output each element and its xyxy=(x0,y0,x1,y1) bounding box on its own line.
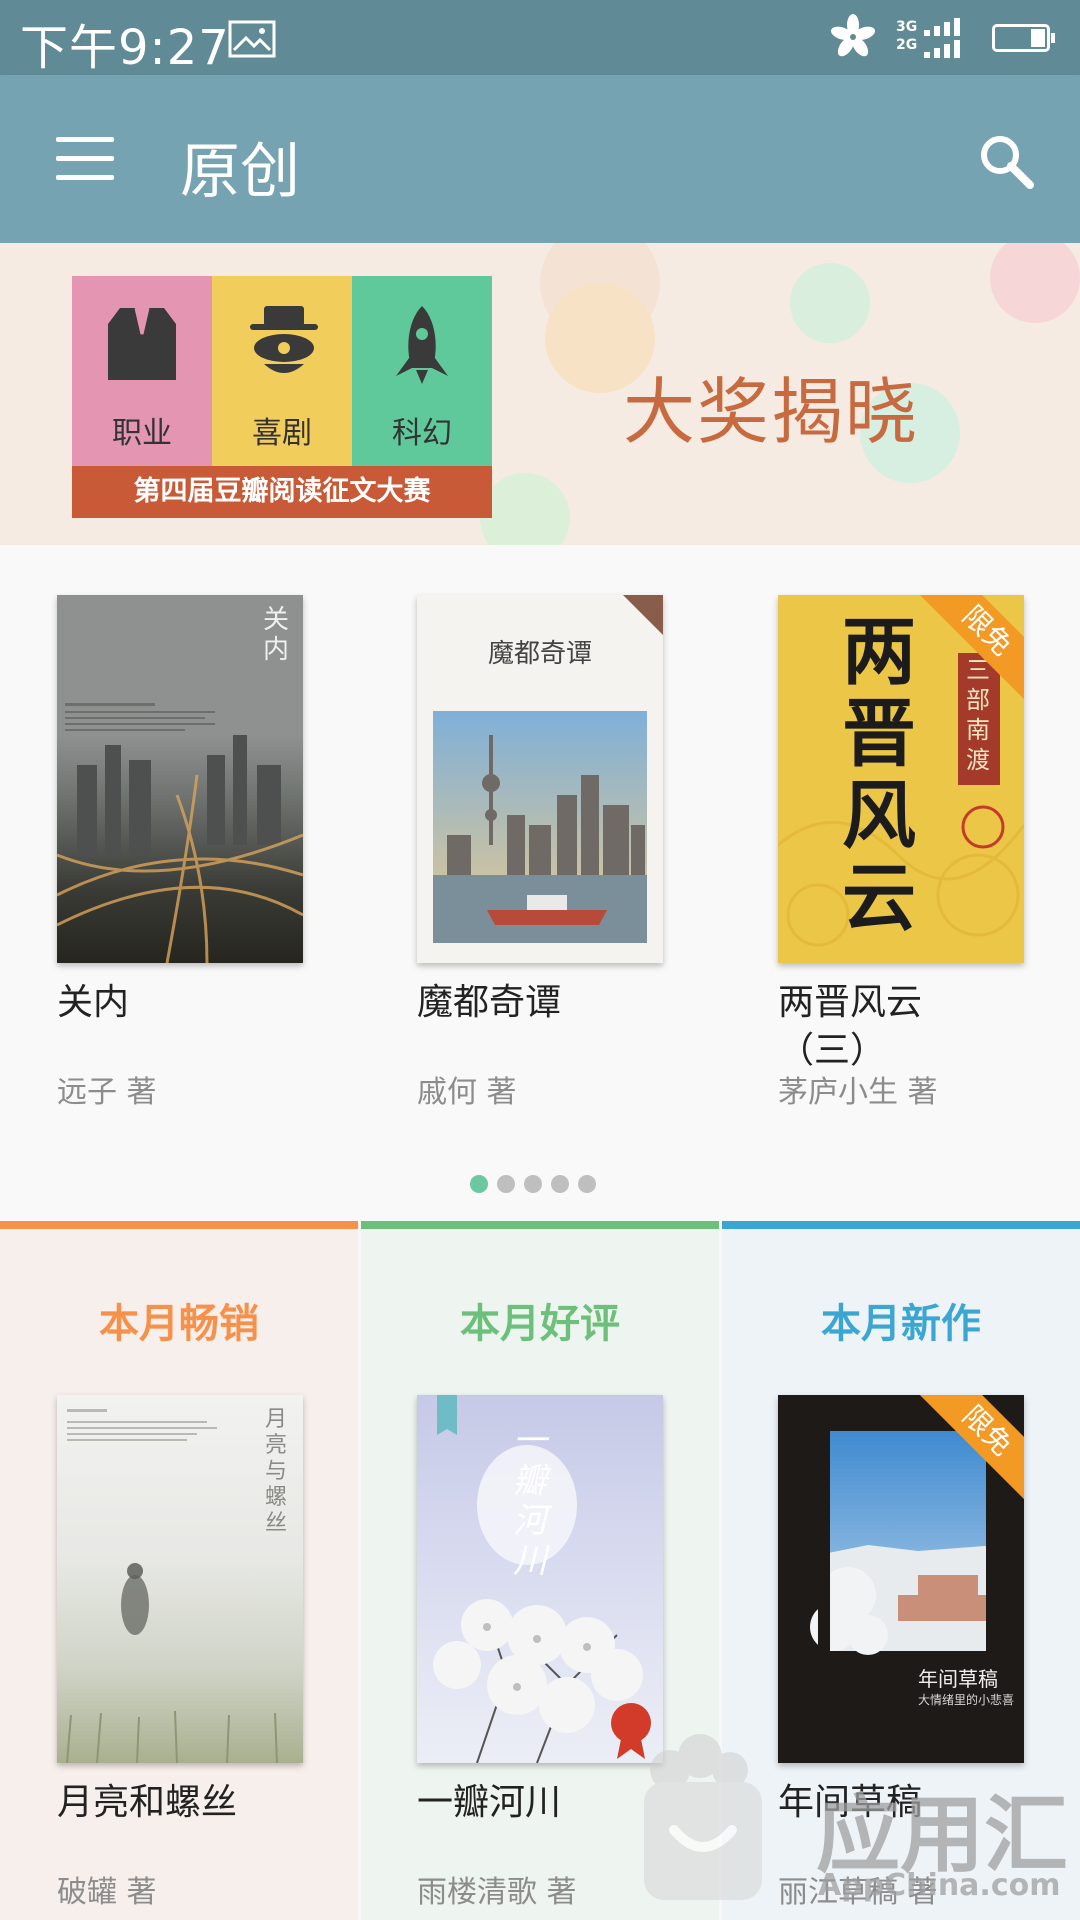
status-bar: 下午9:27 3G 2G xyxy=(0,0,1080,76)
section-title[interactable]: 本月好评 xyxy=(361,1291,719,1349)
book-author: 戚何 著 xyxy=(417,1075,517,1110)
book-title: 关内 xyxy=(57,982,130,1023)
promo-banner[interactable]: 职业 喜剧 科幻 第四届豆瓣阅读征文大赛 大奖揭晓 xyxy=(0,243,1080,545)
flower-icon xyxy=(830,14,876,57)
book-author: 茅庐小生 著 xyxy=(778,1075,938,1110)
watermark-logo-icon xyxy=(644,1734,762,1900)
book-cover[interactable]: 两晋风云 三部 南渡 限免 xyxy=(778,595,1024,963)
category-tile-comedy: 喜剧 xyxy=(212,276,352,466)
pager-dot[interactable] xyxy=(470,1175,488,1193)
book-cover[interactable]: 魔都奇谭 xyxy=(417,595,663,963)
cover-title: 年间草稿 xyxy=(918,1667,998,1691)
clown-icon xyxy=(250,306,318,373)
featured-shelf: 关内 关内 远子 著 魔都奇谭 魔都奇谭 戚何 著 两晋风云 三部 南渡 限免 … xyxy=(0,545,1080,1221)
signal-icon xyxy=(924,18,960,58)
cover-title: 两晋风云 xyxy=(842,609,916,941)
book-cover[interactable]: 年间草稿 大情绪里的小悲喜 限免 xyxy=(778,1395,1024,1763)
network-type: 3G 2G xyxy=(896,19,918,53)
cover-title: 一瓣河川 xyxy=(513,1421,547,1581)
category-tiles: 职业 喜剧 科幻 第四届豆瓣阅读征文大赛 xyxy=(72,276,492,518)
book-title: 魔都奇谭 xyxy=(417,982,562,1023)
banner-headline: 大奖揭晓 xyxy=(623,370,920,454)
book-title: 两晋风云 （三） xyxy=(778,982,923,1071)
book-author: 雨楼清歌 著 xyxy=(417,1875,577,1910)
carousel-pager xyxy=(470,1175,605,1197)
category-tile-scifi: 科幻 xyxy=(352,276,492,466)
watermark-domain: AppChina.com xyxy=(818,1868,1061,1903)
book-author: 破罐 著 xyxy=(57,1875,157,1910)
cover-title: 关内 xyxy=(263,605,290,665)
cover-subtitle: 大情绪里的小悲喜 xyxy=(918,1693,1015,1707)
image-icon xyxy=(228,20,276,58)
cover-side-title: 三部 南渡 xyxy=(966,656,990,774)
status-time: 下午9:27 xyxy=(20,20,230,76)
search-icon[interactable] xyxy=(976,131,1036,191)
page-title: 原创 xyxy=(180,137,300,207)
book-author: 远子 著 xyxy=(57,1075,157,1110)
section-bestseller: 本月畅销 月亮与螺丝 月亮和螺丝 破罐 著 xyxy=(0,1221,358,1920)
section-title[interactable]: 本月畅销 xyxy=(0,1291,358,1349)
appchina-watermark: 应用汇 AppChina.com xyxy=(640,1734,1080,1920)
section-title[interactable]: 本月新作 xyxy=(722,1291,1080,1349)
pager-dot[interactable] xyxy=(551,1175,569,1193)
rocket-icon xyxy=(396,306,448,384)
book-cover[interactable]: 一瓣河川 xyxy=(417,1395,663,1763)
vest-icon xyxy=(108,307,176,380)
menu-icon[interactable] xyxy=(56,137,114,181)
app-bar: 原创 xyxy=(0,75,1080,243)
book-cover[interactable]: 关内 xyxy=(57,595,303,963)
category-tile-career: 职业 xyxy=(72,276,212,466)
pager-dot[interactable] xyxy=(524,1175,542,1193)
contest-strip: 第四届豆瓣阅读征文大赛 xyxy=(72,466,492,518)
battery-icon xyxy=(992,24,1055,52)
book-title: 月亮和螺丝 xyxy=(57,1782,238,1823)
pager-dot[interactable] xyxy=(578,1175,596,1193)
pager-dot[interactable] xyxy=(497,1175,515,1193)
cover-title: 月亮与螺丝 xyxy=(265,1407,288,1536)
book-cover[interactable]: 月亮与螺丝 xyxy=(57,1395,303,1763)
